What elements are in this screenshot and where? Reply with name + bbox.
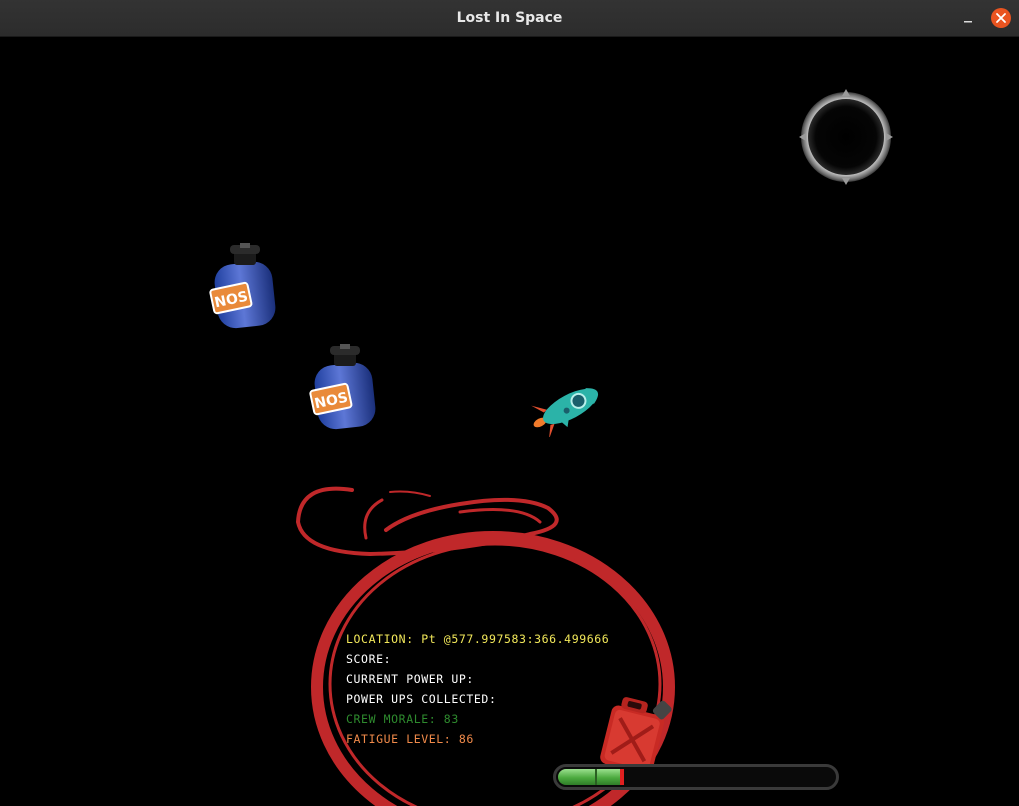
current-power-up-label: CURRENT POWER UP: <box>346 672 474 686</box>
fuel-gauge-divider <box>595 769 597 785</box>
minimize-button[interactable] <box>958 8 978 28</box>
window-title: Lost In Space <box>456 10 563 26</box>
crew-morale-readout: CREW MORALE: 83 <box>346 712 459 726</box>
nos-bottle-icon: NOS <box>209 243 276 329</box>
title-bar: Lost In Space <box>0 0 1019 37</box>
fuel-gauge-tip <box>620 769 624 785</box>
fuel-gauge <box>553 764 839 790</box>
portal-icon <box>799 89 893 185</box>
score-label: SCORE: <box>346 652 392 666</box>
rocket-icon <box>531 388 599 437</box>
nos-bottle-icon: NOS <box>309 344 376 430</box>
location-readout: LOCATION: Pt @577.997583:366.499666 <box>346 632 610 646</box>
fuel-gauge-fill <box>558 769 624 785</box>
game-canvas[interactable]: NOS NOS LOCATION: Pt @577.997583:366.499… <box>0 37 1019 806</box>
close-icon <box>996 13 1006 23</box>
fatigue-level-readout: FATIGUE LEVEL: 86 <box>346 732 474 746</box>
close-button[interactable] <box>991 8 1011 28</box>
power-ups-collected-label: POWER UPS COLLECTED: <box>346 692 497 706</box>
minimize-icon <box>964 21 972 23</box>
